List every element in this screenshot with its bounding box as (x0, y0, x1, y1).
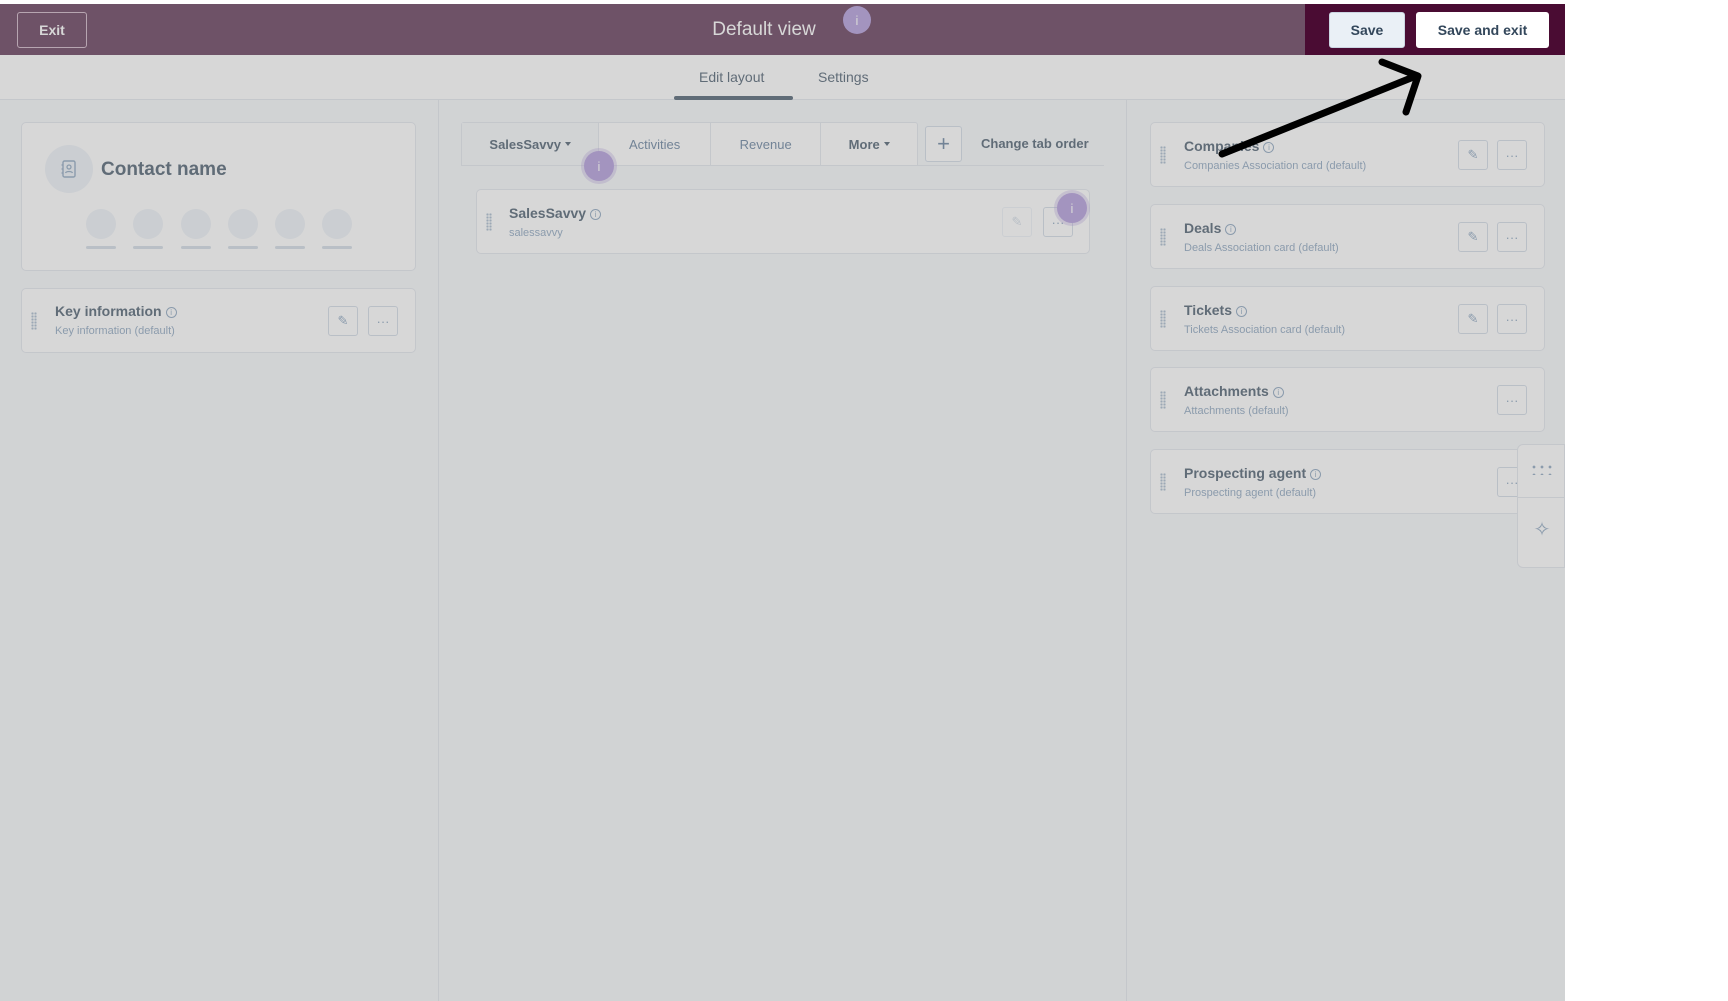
save-button[interactable]: Save (1329, 12, 1405, 48)
save-and-exit-button[interactable]: Save and exit (1416, 12, 1549, 48)
arrow-annotation-icon (1218, 58, 1422, 158)
layout-editor: Exit Default view i Edit layout Settings… (0, 4, 1565, 1001)
